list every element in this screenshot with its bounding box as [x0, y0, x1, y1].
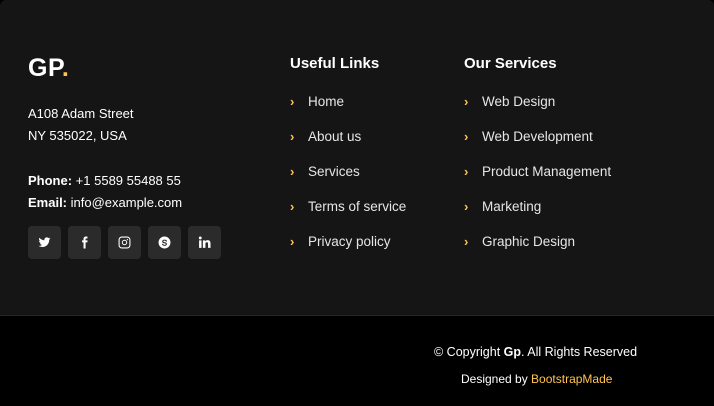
- service-link-marketing[interactable]: › Marketing: [464, 189, 611, 224]
- link-label: Services: [308, 164, 360, 179]
- copyright-text: © Copyright Gp. All Rights Reserved: [434, 345, 637, 359]
- chevron-right-icon: ›: [464, 94, 469, 109]
- service-link-graphic-design[interactable]: › Graphic Design: [464, 224, 611, 259]
- footer-link-services[interactable]: › Services: [290, 154, 406, 189]
- chevron-right-icon: ›: [290, 129, 295, 144]
- chevron-right-icon: ›: [290, 234, 295, 249]
- link-label: Home: [308, 94, 345, 109]
- linkedin-button[interactable]: [188, 226, 221, 259]
- useful-links-column: Useful Links › Home › About us › Services ›…: [290, 54, 406, 259]
- facebook-button[interactable]: [68, 226, 101, 259]
- chevron-right-icon: ›: [290, 199, 295, 214]
- footer-logo[interactable]: GP.: [28, 54, 69, 83]
- address-line-1: A108 Adam Street: [28, 106, 134, 121]
- address-block: A108 Adam Street NY 535022, USA: [28, 103, 134, 147]
- credits-prefix: Designed by: [461, 372, 532, 386]
- linkedin-icon: [198, 236, 211, 248]
- phone-row: Phone: +1 5589 55488 55: [28, 170, 182, 192]
- service-link-web-development[interactable]: › Web Development: [464, 119, 611, 154]
- link-label: Terms of service: [308, 199, 407, 214]
- link-label: Marketing: [482, 199, 542, 214]
- email-value: info@example.com: [67, 195, 183, 210]
- address-line-2: NY 535022, USA: [28, 128, 127, 143]
- instagram-icon: [118, 236, 131, 249]
- useful-links-list: › Home › About us › Services › Terms of serv…: [290, 84, 406, 259]
- services-column: Our Services › Web Design › Web Developmen…: [464, 54, 611, 259]
- email-label: Email:: [28, 195, 68, 210]
- contact-block: Phone: +1 5589 55488 55 Email: info@exam…: [28, 170, 182, 214]
- logo-text: GP: [28, 54, 62, 82]
- footer-top: GP. A108 Adam Street NY 535022, USA Phon…: [0, 0, 714, 316]
- chevron-right-icon: ›: [464, 199, 469, 214]
- footer-link-privacy[interactable]: › Privacy policy: [290, 224, 406, 259]
- copyright-brand: Gp: [503, 345, 522, 359]
- footer: GP. A108 Adam Street NY 535022, USA Phon…: [0, 0, 714, 406]
- designer-link[interactable]: BootstrapMade: [531, 372, 612, 386]
- useful-links-heading: Useful Links: [290, 55, 380, 72]
- service-link-web-design[interactable]: › Web Design: [464, 84, 611, 119]
- chevron-right-icon: ›: [464, 129, 469, 144]
- phone-label: Phone:: [28, 173, 73, 188]
- instagram-button[interactable]: [108, 226, 141, 259]
- chevron-right-icon: ›: [464, 234, 469, 249]
- link-label: Graphic Design: [482, 234, 576, 249]
- link-label: About us: [308, 129, 362, 144]
- service-link-product-management[interactable]: › Product Management: [464, 154, 611, 189]
- twitter-button[interactable]: [28, 226, 61, 259]
- copyright-suffix: . All Rights Reserved: [521, 345, 638, 359]
- credits: Designed by BootstrapMade: [461, 372, 612, 386]
- chevron-right-icon: ›: [290, 94, 295, 109]
- footer-link-about[interactable]: › About us: [290, 119, 406, 154]
- social-links: [28, 226, 221, 259]
- skype-icon: [158, 236, 171, 249]
- link-label: Privacy policy: [308, 234, 391, 249]
- skype-button[interactable]: [148, 226, 181, 259]
- chevron-right-icon: ›: [290, 164, 295, 179]
- footer-link-home[interactable]: › Home: [290, 84, 406, 119]
- footer-link-terms[interactable]: › Terms of service: [290, 189, 406, 224]
- facebook-icon: [82, 236, 88, 249]
- copyright-prefix: © Copyright: [434, 345, 504, 359]
- phone-value: +1 5589 55488 55: [72, 173, 181, 188]
- link-label: Web Design: [482, 94, 556, 109]
- chevron-right-icon: ›: [464, 164, 469, 179]
- email-row: Email: info@example.com: [28, 192, 182, 214]
- twitter-icon: [38, 237, 51, 247]
- services-heading: Our Services: [464, 55, 557, 72]
- link-label: Web Development: [482, 129, 593, 144]
- services-list: › Web Design › Web Development › Product Ma…: [464, 84, 611, 259]
- logo-dot: .: [61, 54, 70, 82]
- link-label: Product Management: [482, 164, 612, 179]
